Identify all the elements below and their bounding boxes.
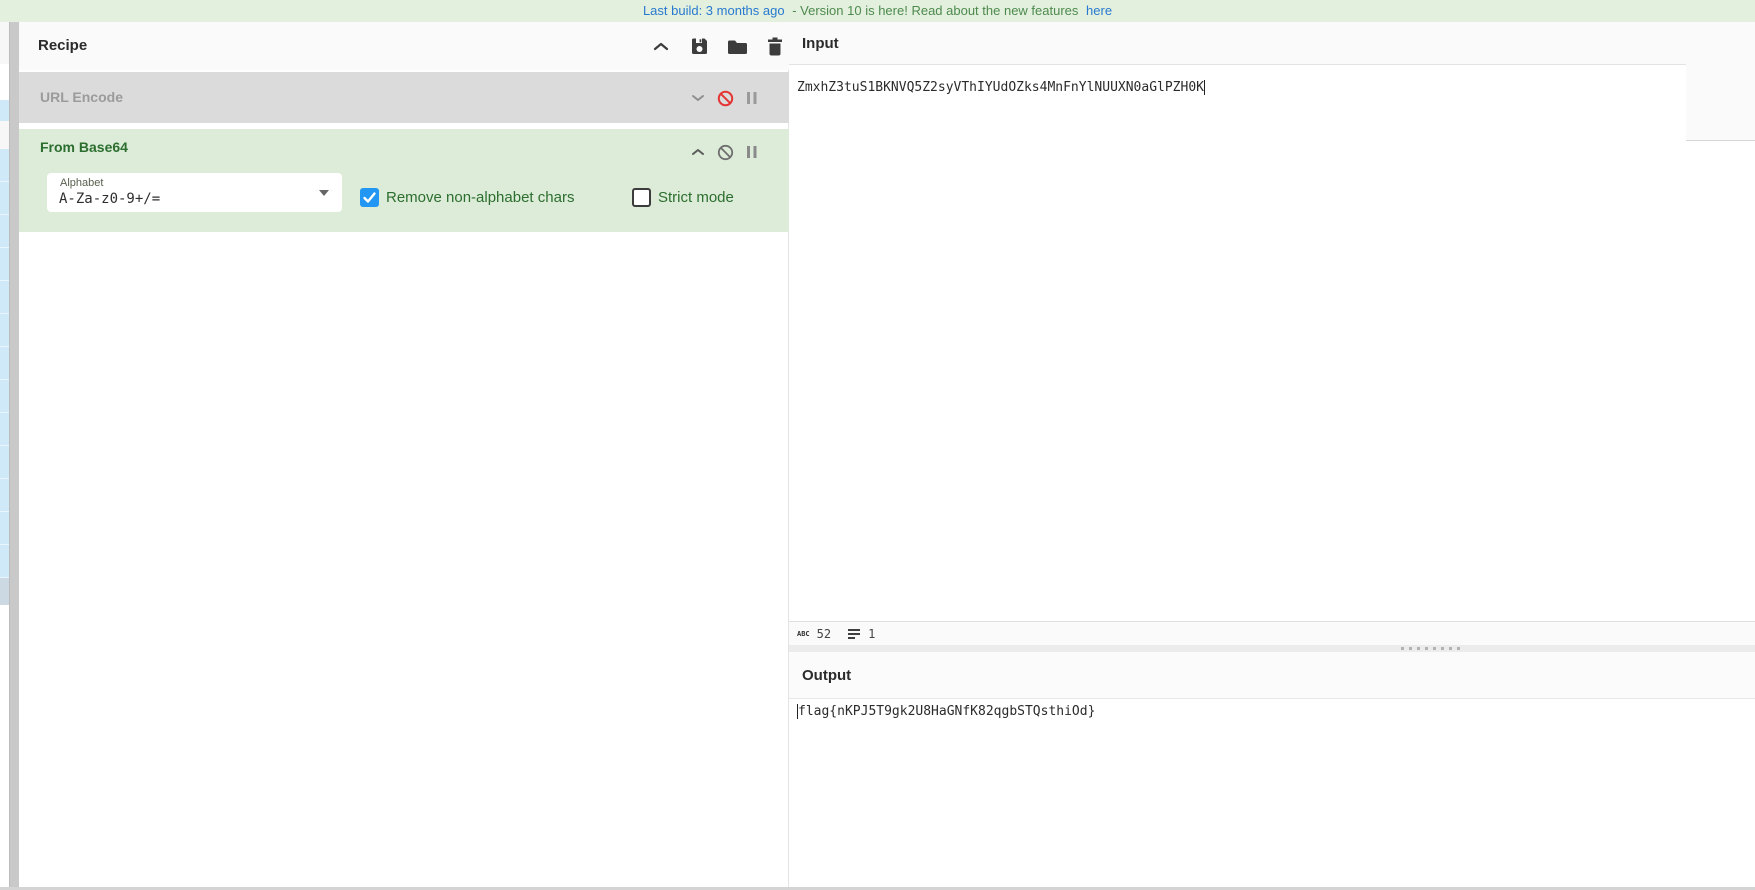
load-recipe-folder-icon[interactable] [726,35,748,57]
operation-url-encode[interactable]: URL Encode [19,72,789,123]
input-title: Input [802,35,839,52]
operation-name: URL Encode [40,89,123,105]
banner-message: - Version 10 is here! Read about the new… [792,3,1079,18]
operation-from-base64[interactable]: From Base64 Alphabet A-Za-z0-9+/= Remove… [19,129,789,232]
save-recipe-icon[interactable] [688,35,710,57]
drag-grip-dots-icon [1401,647,1461,650]
expand-operation-chevron-icon[interactable] [689,89,707,107]
output-header: Output [789,652,1755,699]
line-count-icon [848,628,862,639]
clear-recipe-trash-icon[interactable] [764,35,786,57]
new-features-here-link[interactable]: here [1086,3,1112,18]
character-count-icon: ABC [797,629,810,638]
build-banner: Last build: 3 months ago - Version 10 is… [0,0,1755,22]
output-area[interactable]: flag{nKPJ5T9gk2U8HaGNfK82qgbSTQsthiOd} [797,703,1095,721]
operation-item-fragment[interactable] [0,100,9,121]
input-text: ZmxhZ3tuS1BKNVQ5Z2syVThIYUdOZks4MnFnYlNU… [797,80,1204,95]
last-build-link[interactable]: Last build: 3 months ago [643,3,785,18]
operations-fragment-block [0,121,9,149]
recipe-title: Recipe [38,37,88,54]
alphabet-label: Alphabet [60,177,104,189]
alphabet-select[interactable]: Alphabet A-Za-z0-9+/= [47,173,342,212]
output-title: Output [802,667,852,684]
input-output-splitter[interactable] [789,645,1755,652]
input-status-bar: ABC 52 1 [789,621,1755,645]
strict-mode-label[interactable]: Strict mode [658,189,734,206]
breakpoint-pause-icon[interactable] [743,89,761,107]
header-fragment [1686,22,1755,141]
io-panel: Input ZmxhZ3tuS1BKNVQ5Z2syVThIYUdOZks4Mn… [789,22,1755,890]
output-text: flag{nKPJ5T9gk2U8HaGNfK82qgbSTQsthiOd} [798,704,1096,719]
character-count: 52 [816,626,832,641]
alphabet-value: A-Za-z0-9+/= [59,191,161,207]
collapse-recipe-icon[interactable] [650,35,672,57]
recipe-panel: Recipe URL Encode From Base64 Alphabet A… [19,22,789,890]
remove-non-alphabet-checkbox[interactable] [360,188,379,207]
collapse-operation-chevron-icon[interactable] [689,143,707,161]
operations-fragment-block [0,22,9,64]
breakpoint-pause-icon[interactable] [743,143,761,161]
panel-splitter-vertical[interactable] [9,22,19,890]
operation-item-fragment[interactable] [0,578,9,605]
recipe-header: Recipe [19,22,789,70]
input-textarea[interactable]: ZmxhZ3tuS1BKNVQ5Z2syVThIYUdOZks4MnFnYlNU… [797,79,1205,97]
disable-operation-icon[interactable] [716,89,734,107]
line-count: 1 [868,626,876,641]
operation-name: From Base64 [40,139,128,155]
strict-mode-checkbox[interactable] [632,188,651,207]
text-cursor [1204,80,1205,95]
input-header: Input [789,22,1755,65]
remove-non-alphabet-label[interactable]: Remove non-alphabet chars [386,189,574,206]
disable-operation-icon[interactable] [716,143,734,161]
divider [789,64,1686,65]
operation-items-fragment[interactable] [0,149,9,578]
operations-list-fragment [0,22,9,890]
chevron-down-icon [319,190,329,196]
